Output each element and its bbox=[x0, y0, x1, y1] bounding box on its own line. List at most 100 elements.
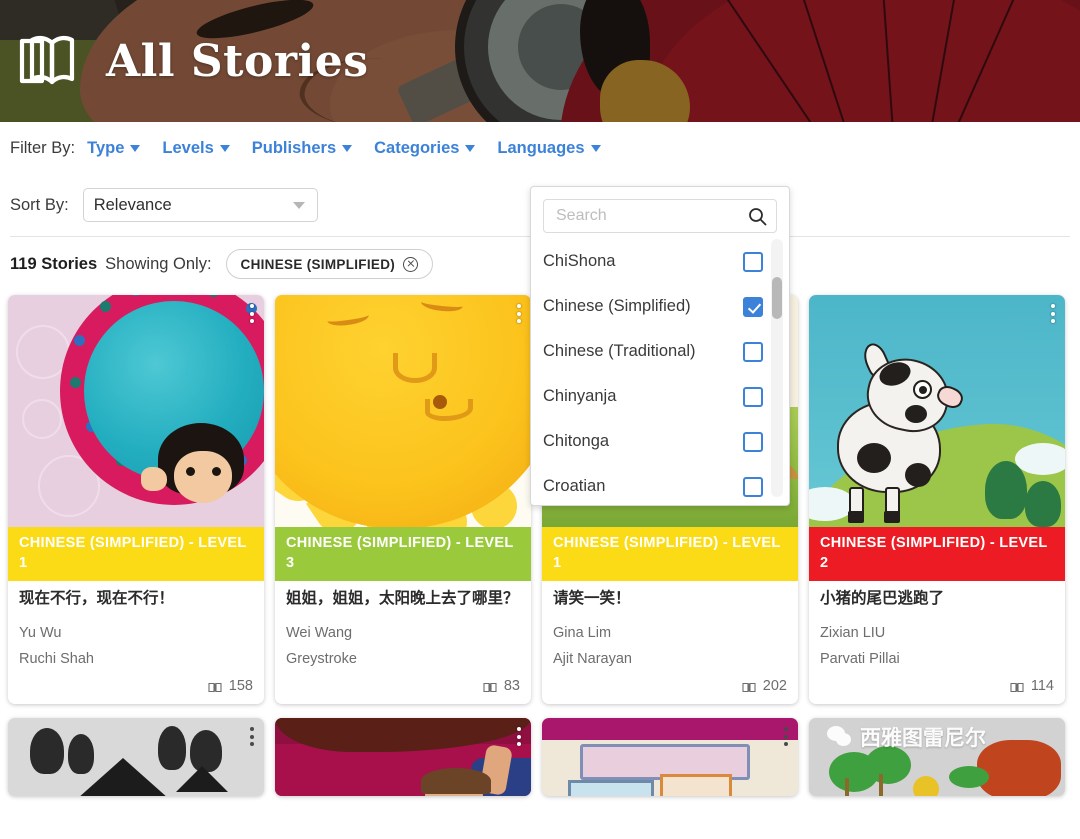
kebab-menu-icon[interactable] bbox=[1051, 304, 1055, 323]
filter-categories-label: Categories bbox=[374, 138, 460, 157]
story-card[interactable]: CHINESE (SIMPLIFIED) - LEVEL 3 姐姐，姐姐，太阳晚… bbox=[275, 295, 531, 705]
story-cover-image bbox=[809, 295, 1065, 527]
page-title: All Stories bbox=[106, 35, 369, 87]
story-illustrator: Greystroke bbox=[286, 650, 357, 667]
magnifier-icon[interactable] bbox=[748, 207, 767, 226]
chevron-down-icon bbox=[292, 201, 305, 209]
filter-languages[interactable]: Languages bbox=[497, 138, 601, 158]
hero-banner: All Stories bbox=[0, 0, 1080, 122]
filter-publishers-label: Publishers bbox=[251, 138, 337, 157]
book-open-icon bbox=[208, 681, 222, 692]
story-illustrator: Parvati Pillai bbox=[820, 650, 900, 667]
active-filter-chip[interactable]: CHINESE (SIMPLIFIED) bbox=[225, 249, 434, 279]
story-level-badge: CHINESE (SIMPLIFIED) - LEVEL 2 bbox=[809, 527, 1065, 582]
open-book-icon bbox=[16, 31, 88, 91]
story-title: 请笑一笑！ bbox=[553, 590, 631, 608]
kebab-menu-icon[interactable] bbox=[250, 304, 254, 323]
language-checkbox[interactable] bbox=[743, 431, 763, 452]
story-read-count: 202 bbox=[553, 678, 787, 694]
language-option-list: ChiShona Chinese (Simplified) Chinese (T… bbox=[531, 239, 789, 497]
story-author: Gina Lim bbox=[553, 625, 612, 642]
language-option-croatian[interactable]: Croatian bbox=[531, 464, 789, 497]
language-checkbox[interactable] bbox=[743, 341, 763, 362]
story-author: Wei Wang bbox=[286, 625, 353, 642]
story-author: Yu Wu bbox=[19, 625, 62, 642]
language-option-label: Croatian bbox=[543, 477, 606, 495]
wechat-watermark-text: 西雅图雷尼尔 bbox=[860, 727, 986, 751]
language-option-label: Chinyanja bbox=[543, 387, 617, 405]
language-search-input[interactable] bbox=[554, 206, 734, 226]
kebab-menu-icon[interactable] bbox=[250, 727, 254, 747]
story-read-count: 158 bbox=[19, 678, 253, 694]
story-level-badge: CHINESE (SIMPLIFIED) - LEVEL 1 bbox=[542, 527, 798, 582]
language-option-label: Chitonga bbox=[543, 432, 610, 450]
chevron-down-icon bbox=[465, 144, 476, 152]
chevron-down-icon bbox=[342, 144, 353, 152]
sort-by-label: Sort By: bbox=[10, 195, 69, 214]
sort-select[interactable]: Relevance bbox=[82, 188, 318, 222]
book-open-icon bbox=[483, 681, 497, 692]
story-card[interactable] bbox=[8, 718, 264, 797]
story-title: 小猪的尾巴逃跑了 bbox=[820, 590, 945, 608]
story-title: 姐姐，姐姐，太阳晚上去了哪里？ bbox=[286, 590, 519, 608]
language-checkbox[interactable] bbox=[743, 476, 763, 497]
story-read-count-value: 158 bbox=[228, 678, 253, 695]
close-icon[interactable] bbox=[403, 256, 419, 272]
filter-by-label: Filter By: bbox=[10, 138, 76, 157]
language-option-label: ChiShona bbox=[543, 252, 616, 270]
dropdown-scrollbar-thumb[interactable] bbox=[772, 277, 782, 319]
chevron-down-icon bbox=[590, 144, 601, 152]
filter-levels-label: Levels bbox=[162, 138, 214, 157]
filter-publishers[interactable]: Publishers bbox=[251, 138, 353, 158]
book-open-icon bbox=[1010, 681, 1024, 692]
story-read-count-value: 202 bbox=[762, 678, 787, 695]
active-filter-chip-label: CHINESE (SIMPLIFIED) bbox=[240, 256, 396, 272]
kebab-menu-icon[interactable] bbox=[517, 304, 521, 323]
story-card[interactable]: CHINESE (SIMPLIFIED) - LEVEL 1 现在不行，现在不行… bbox=[8, 295, 264, 705]
filter-type-label: Type bbox=[87, 138, 125, 157]
filter-languages-label: Languages bbox=[497, 138, 585, 157]
wechat-icon bbox=[827, 726, 853, 748]
story-level-badge: CHINESE (SIMPLIFIED) - LEVEL 1 bbox=[8, 527, 264, 582]
story-card[interactable] bbox=[542, 718, 798, 797]
story-card[interactable]: CHINESE (SIMPLIFIED) - LEVEL 2 小猪的尾巴逃跑了 … bbox=[809, 295, 1065, 705]
story-card[interactable] bbox=[275, 718, 531, 797]
language-option-label: Chinese (Traditional) bbox=[543, 342, 696, 360]
story-read-count-value: 114 bbox=[1030, 678, 1054, 695]
language-checkbox[interactable] bbox=[743, 251, 763, 272]
language-option-chinese-traditional[interactable]: Chinese (Traditional) bbox=[531, 329, 789, 374]
language-checkbox-checked[interactable] bbox=[743, 296, 763, 317]
language-search-wrapper[interactable] bbox=[543, 199, 777, 233]
wechat-watermark: 西雅图雷尼尔 bbox=[827, 722, 986, 752]
chevron-down-icon bbox=[130, 144, 141, 152]
story-read-count: 114 bbox=[820, 678, 1054, 694]
story-author: Zixian LIU bbox=[820, 625, 886, 642]
showing-only-label: Showing Only: bbox=[105, 254, 212, 273]
story-grid-row-2: 西雅图雷尼尔 bbox=[0, 718, 1080, 797]
story-illustrator: Ruchi Shah bbox=[19, 650, 94, 667]
story-cover-image bbox=[8, 295, 264, 527]
language-option-chinese-simplified[interactable]: Chinese (Simplified) bbox=[531, 284, 789, 329]
filter-bar: Filter By: Type Levels Publishers Catego… bbox=[0, 122, 1080, 174]
story-card[interactable]: 西雅图雷尼尔 bbox=[809, 718, 1065, 797]
language-checkbox[interactable] bbox=[743, 386, 763, 407]
kebab-menu-icon[interactable] bbox=[784, 727, 788, 747]
story-read-count: 83 bbox=[286, 678, 520, 694]
story-level-badge: CHINESE (SIMPLIFIED) - LEVEL 3 bbox=[275, 527, 531, 582]
story-title: 现在不行，现在不行！ bbox=[19, 590, 175, 608]
filter-categories[interactable]: Categories bbox=[374, 138, 476, 158]
language-option-chinyanja[interactable]: Chinyanja bbox=[531, 374, 789, 419]
story-read-count-value: 83 bbox=[503, 678, 520, 695]
languages-dropdown: ChiShona Chinese (Simplified) Chinese (T… bbox=[530, 186, 790, 506]
sort-select-value: Relevance bbox=[93, 195, 172, 214]
book-open-icon bbox=[742, 681, 756, 692]
language-option-chitonga[interactable]: Chitonga bbox=[531, 419, 789, 464]
results-count: 119 Stories bbox=[10, 254, 98, 273]
kebab-menu-icon[interactable] bbox=[517, 727, 521, 747]
language-option-label: Chinese (Simplified) bbox=[543, 297, 691, 315]
filter-type[interactable]: Type bbox=[87, 138, 141, 158]
filter-levels[interactable]: Levels bbox=[162, 138, 230, 158]
chevron-down-icon bbox=[219, 144, 230, 152]
story-cover-image bbox=[275, 295, 531, 527]
language-option-chishona[interactable]: ChiShona bbox=[531, 239, 789, 284]
